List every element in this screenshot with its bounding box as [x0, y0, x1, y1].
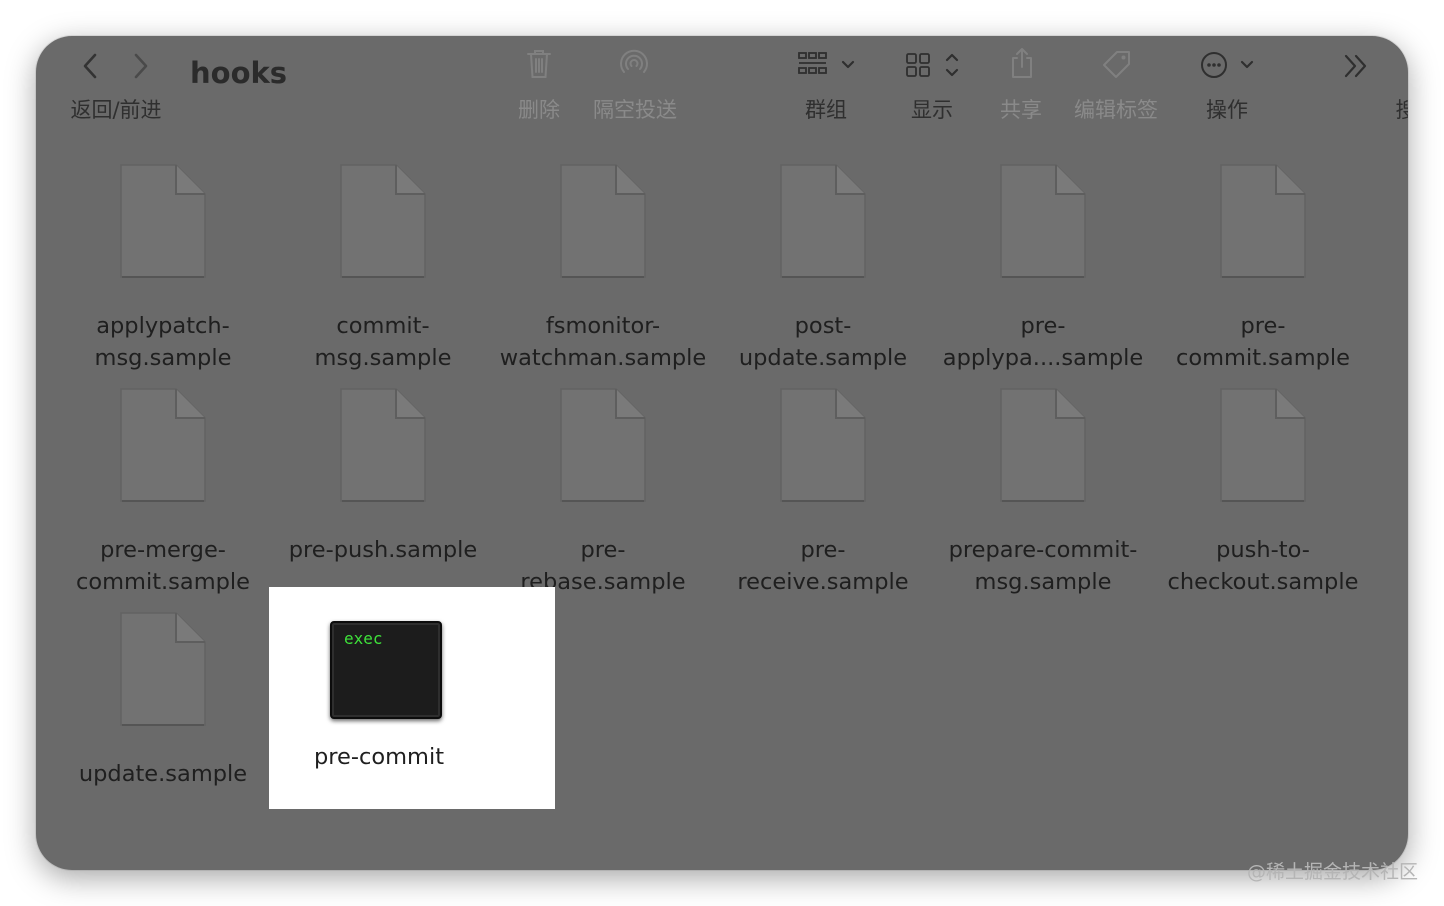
file-name: pre-push.sample	[288, 537, 478, 563]
search-label-partial: 搜	[1395, 98, 1409, 122]
document-icon	[493, 162, 713, 280]
file-name: commit- msg.sample	[314, 313, 452, 371]
view-label: 显示	[911, 98, 953, 122]
overflow-chevron-icon[interactable]	[1342, 52, 1372, 84]
file-item[interactable]: post- update.sample	[713, 162, 933, 374]
file-item[interactable]: pre-push.sample	[273, 386, 493, 566]
terminal-exec-icon[interactable]: exec	[330, 621, 442, 719]
file-name: post- update.sample	[738, 313, 908, 371]
file-item[interactable]: pre- rebase.sample	[493, 386, 713, 598]
document-icon	[53, 162, 273, 280]
view-grid-icon[interactable]	[905, 50, 965, 86]
file-item[interactable]: push-to- checkout.sample	[1153, 386, 1373, 598]
file-name: pre- applypa....sample	[942, 313, 1144, 371]
document-icon	[713, 162, 933, 280]
group-icon[interactable]	[797, 50, 863, 84]
document-icon	[1153, 162, 1373, 280]
trash-icon[interactable]	[526, 48, 552, 84]
share-icon[interactable]	[1009, 46, 1035, 84]
exec-icon-text: exec	[344, 629, 383, 648]
action-label: 操作	[1206, 98, 1248, 122]
airdrop-icon[interactable]	[618, 48, 650, 84]
selected-file-name[interactable]: pre-commit	[269, 744, 489, 770]
delete-label: 删除	[518, 98, 560, 122]
file-name: applypatch- msg.sample	[94, 313, 232, 371]
action-ellipsis-icon[interactable]	[1199, 50, 1259, 84]
file-item[interactable]: update.sample	[53, 610, 273, 790]
window-title: hooks	[190, 56, 288, 90]
document-icon	[493, 386, 713, 504]
file-item[interactable]: pre- commit.sample	[1153, 162, 1373, 374]
file-name: update.sample	[78, 761, 248, 787]
airdrop-label: 隔空投送	[593, 98, 677, 122]
share-label: 共享	[1000, 98, 1042, 122]
document-icon	[53, 610, 273, 728]
file-item[interactable]: prepare-commit- msg.sample	[933, 386, 1153, 598]
document-icon	[273, 386, 493, 504]
watermark: @稀土掘金技术社区	[1246, 861, 1418, 883]
file-item[interactable]: applypatch- msg.sample	[53, 162, 273, 374]
file-name: pre-merge- commit.sample	[75, 537, 250, 595]
file-item[interactable]: pre- receive.sample	[713, 386, 933, 598]
document-icon	[713, 386, 933, 504]
forward-icon[interactable]	[130, 52, 152, 84]
finder-window: 返回/前进 hooks 删除 隔空投送 群组 显示 共享 编辑标签 操作 搜 a…	[36, 36, 1408, 870]
file-name: pre- commit.sample	[1175, 313, 1350, 371]
file-item[interactable]: fsmonitor- watchman.sample	[493, 162, 713, 374]
document-icon	[53, 386, 273, 504]
document-icon	[933, 162, 1153, 280]
back-icon[interactable]	[80, 52, 102, 84]
document-icon	[273, 162, 493, 280]
file-name: push-to- checkout.sample	[1167, 537, 1359, 595]
group-label: 群组	[805, 98, 847, 122]
file-name: fsmonitor- watchman.sample	[499, 313, 707, 371]
file-item[interactable]: pre- applypa....sample	[933, 162, 1153, 374]
document-icon	[933, 386, 1153, 504]
tags-label: 编辑标签	[1074, 98, 1158, 122]
file-name: prepare-commit- msg.sample	[948, 537, 1138, 595]
file-name: pre- receive.sample	[737, 537, 909, 595]
nav-label: 返回/前进	[70, 98, 162, 122]
tag-icon[interactable]	[1100, 48, 1134, 84]
file-item[interactable]: commit- msg.sample	[273, 162, 493, 374]
document-icon	[1153, 386, 1373, 504]
file-item[interactable]: pre-merge- commit.sample	[53, 386, 273, 598]
